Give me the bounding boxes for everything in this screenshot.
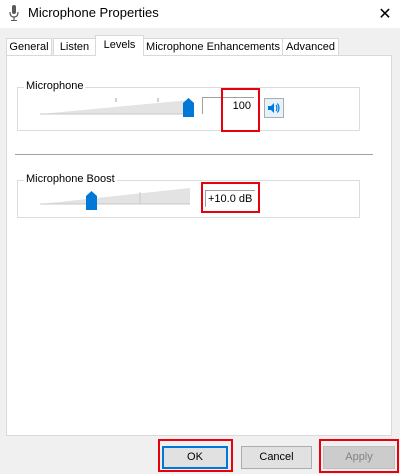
window-title: Microphone Properties: [28, 5, 159, 20]
microphone-properties-dialog: Microphone Properties ✕ General Listen L…: [0, 0, 400, 474]
apply-button[interactable]: Apply: [323, 446, 395, 469]
microphone-boost-value[interactable]: +10.0 dB: [205, 190, 255, 207]
close-icon: ✕: [378, 6, 392, 23]
tab-microphone-enhancements[interactable]: Microphone Enhancements: [143, 38, 283, 55]
title-bar: Microphone Properties ✕: [0, 0, 400, 28]
tab-listen[interactable]: Listen: [53, 38, 96, 55]
microphone-label: Microphone: [24, 80, 86, 92]
mute-toggle-button[interactable]: [264, 98, 284, 118]
microphone-slider-thumb[interactable]: [183, 98, 194, 117]
microphone-boost-slider-thumb[interactable]: [86, 191, 97, 210]
close-button[interactable]: ✕: [370, 0, 400, 28]
microphone-level-slider[interactable]: [40, 96, 198, 120]
speaker-icon: [268, 103, 280, 113]
tab-general[interactable]: General: [6, 38, 52, 55]
microphone-icon: [9, 5, 19, 21]
separator-line: [15, 154, 373, 155]
tab-levels[interactable]: Levels: [95, 35, 144, 56]
cancel-button[interactable]: Cancel: [241, 446, 312, 469]
tab-advanced[interactable]: Advanced: [282, 38, 339, 55]
ok-button[interactable]: OK: [162, 446, 228, 469]
microphone-boost-slider[interactable]: [40, 186, 192, 210]
microphone-level-value[interactable]: 100: [202, 97, 254, 114]
microphone-boost-label: Microphone Boost: [24, 173, 117, 185]
